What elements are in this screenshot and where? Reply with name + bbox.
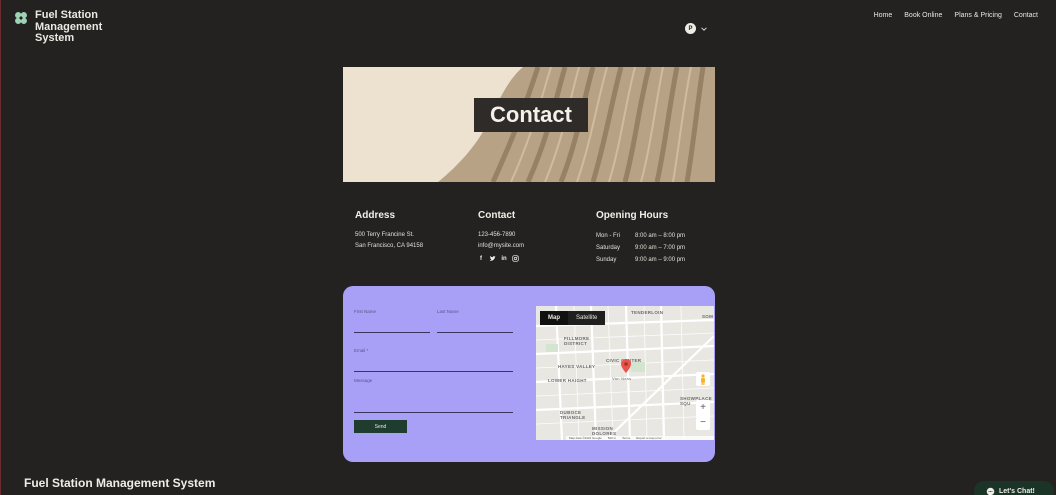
location-pin-icon[interactable]: [621, 359, 631, 373]
last-name-label: Last Name: [437, 309, 459, 314]
hours-row: Saturday 9:00 am – 7:00 pm: [596, 242, 685, 254]
hero-banner: Contact: [343, 67, 715, 182]
zoom-out-button[interactable]: −: [696, 415, 710, 430]
map-label: Van Ness: [612, 376, 632, 381]
map-report-link[interactable]: Report a map error: [636, 436, 661, 440]
map-label: HAYES VALLEY: [558, 364, 596, 369]
hours-row: Sunday 9:00 am – 9:00 pm: [596, 254, 685, 266]
first-name-label: First Name: [354, 309, 377, 314]
site-name: Fuel Station Management System: [35, 9, 125, 45]
chat-label: Let's Chat!: [999, 487, 1035, 495]
footer-title: Fuel Station Management System: [24, 476, 216, 490]
chat-button[interactable]: Let's Chat!: [974, 481, 1054, 495]
map-label: SOM: [702, 314, 714, 319]
chat-bubble-icon: [986, 487, 995, 495]
page-title: Contact: [474, 98, 588, 132]
nav-home[interactable]: Home: [874, 12, 893, 19]
map-scale: 500 m: [607, 436, 617, 440]
map-label: LOWER HAIGHT: [548, 378, 587, 383]
window-edge: [0, 0, 1, 495]
last-name-field[interactable]: Last Name: [437, 309, 513, 333]
hours-day: Sunday: [596, 257, 617, 263]
google-map[interactable]: Map Satellite TENDERLOIN SOM FILLMORE DI…: [536, 306, 714, 440]
email-field[interactable]: Email *: [354, 348, 513, 372]
map-terms-link[interactable]: Terms: [622, 436, 630, 440]
map-type-control: Map Satellite: [540, 311, 606, 325]
contact-phone[interactable]: 123-456-7890: [478, 230, 524, 241]
instagram-icon[interactable]: [512, 255, 519, 262]
address-section: Address 500 Terry Francine St. San Franc…: [355, 210, 423, 252]
nav-plans-pricing[interactable]: Plans & Pricing: [954, 12, 1001, 19]
map-label: TENDERLOIN: [631, 310, 664, 315]
hours-heading: Opening Hours: [596, 210, 669, 221]
address-line: San Francisco, CA 94158: [355, 243, 424, 249]
contact-form-card: First Name Last Name Email * Message Sen…: [343, 286, 715, 462]
avatar[interactable]: P: [685, 23, 696, 34]
site-name-line: Fuel Station: [35, 9, 98, 21]
hours-row: Mon - Fri 8:00 am – 8:00 pm: [596, 230, 685, 242]
contact-section: Contact 123-456-7890 info@mysite.com f i…: [478, 210, 524, 262]
satellite-tab[interactable]: Satellite: [568, 311, 605, 325]
map-label: FILLMORE DISTRICT: [564, 336, 590, 346]
email-label: Email *: [354, 348, 369, 353]
message-field[interactable]: Message: [354, 378, 513, 413]
hours-day: Saturday: [596, 245, 621, 251]
map-tab[interactable]: Map: [540, 311, 568, 325]
site-logo[interactable]: Fuel Station Management System: [14, 9, 125, 45]
facebook-icon[interactable]: f: [478, 255, 484, 262]
clover-logo-icon: [15, 12, 27, 24]
zoom-in-button[interactable]: +: [696, 400, 710, 415]
linkedin-icon[interactable]: in: [501, 255, 507, 262]
map-label: DUBOCE TRIANGLE: [560, 410, 586, 420]
hours-time: 9:00 am – 9:00 pm: [635, 257, 686, 263]
chevron-down-icon[interactable]: [700, 25, 708, 33]
zoom-control: + −: [696, 400, 710, 430]
contact-heading: Contact: [478, 210, 516, 221]
hours-time: 8:00 am – 8:00 pm: [635, 233, 686, 239]
nav-contact[interactable]: Contact: [1014, 12, 1038, 19]
hours-day: Mon - Fri: [596, 233, 620, 239]
map-label: MISSION DOLORES: [592, 426, 617, 436]
hours-time: 9:00 am – 7:00 pm: [635, 245, 686, 251]
site-name-line: System: [35, 32, 75, 44]
message-label: Message: [354, 378, 373, 383]
map-attribution-text: Map data ©2024 Google: [569, 436, 602, 440]
twitter-icon[interactable]: [489, 255, 496, 262]
social-links: f in: [478, 255, 524, 262]
send-button[interactable]: Send: [354, 420, 407, 433]
account-menu[interactable]: P: [685, 23, 708, 34]
main-nav: Home Book Online Plans & Pricing Contact: [874, 12, 1038, 19]
nav-book-online[interactable]: Book Online: [904, 12, 942, 19]
first-name-field[interactable]: First Name: [354, 309, 430, 333]
street-view-pegman-icon[interactable]: [696, 372, 710, 386]
address-heading: Address: [355, 210, 396, 221]
contact-email[interactable]: info@mysite.com: [478, 241, 524, 252]
hours-section: Opening Hours Mon - Fri 8:00 am – 8:00 p…: [596, 210, 685, 266]
map-attribution: Map data ©2024 Google 500 m Terms Report…: [566, 436, 714, 440]
address-line: 500 Terry Francine St.: [355, 232, 414, 238]
